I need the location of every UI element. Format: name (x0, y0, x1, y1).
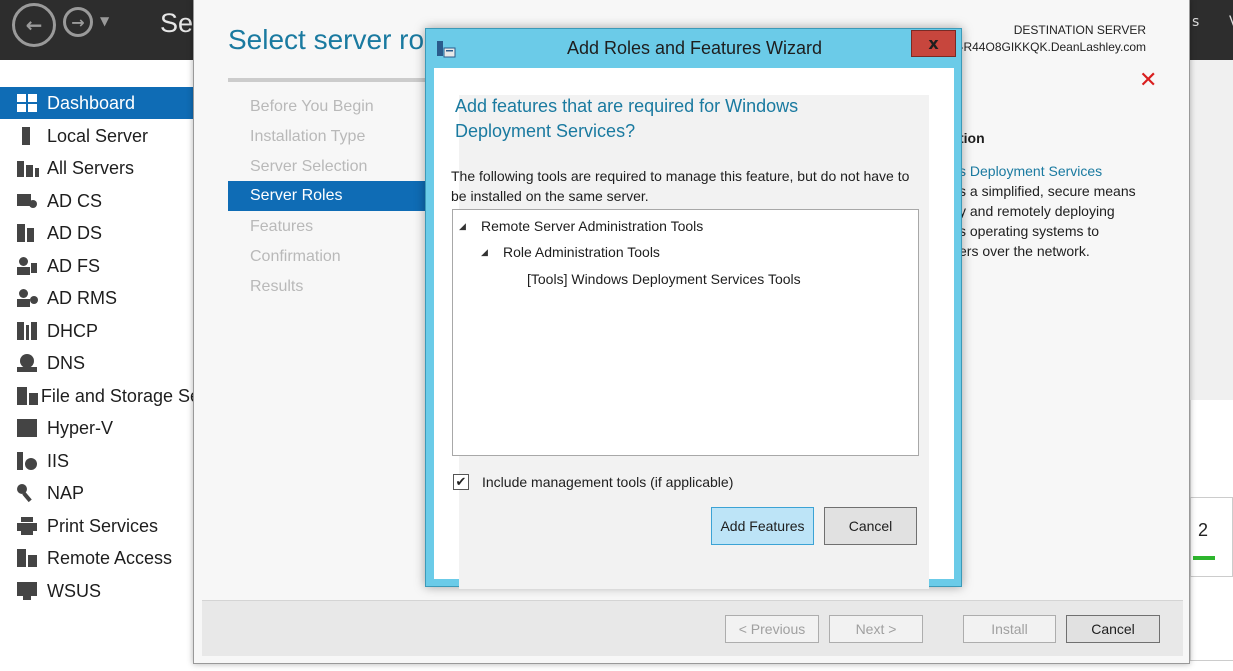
tree-item-role-admin-tools[interactable]: ◢ Role Administration Tools (481, 244, 660, 260)
sidebar-item-label: File and Storage Se (40, 385, 200, 406)
nap-icon (17, 484, 39, 503)
back-arrow-icon[interactable]: ← (12, 3, 56, 47)
dns-icon (17, 354, 39, 372)
tree-item-label: Role Administration Tools (503, 244, 660, 260)
directory-icon (17, 224, 39, 242)
step-results[interactable]: Results (228, 272, 426, 302)
sidebar-item-label: AD CS (47, 190, 103, 211)
destination-server-label: DESTINATION SERVER (1013, 23, 1146, 37)
sidebar-item-label: IIS (47, 450, 70, 471)
required-features-tree[interactable]: ◢ Remote Server Administration Tools ◢ R… (452, 209, 919, 456)
step-installation-type[interactable]: Installation Type (228, 122, 426, 152)
sidebar-item-print-services[interactable]: Print Services (0, 510, 200, 542)
step-server-roles[interactable]: Server Roles (228, 181, 426, 211)
description-line: s operating systems to (959, 223, 1100, 239)
include-management-tools-option[interactable]: ✔ Include management tools (if applicabl… (453, 474, 733, 490)
dialog-heading: Add features that are required for Windo… (455, 96, 799, 141)
server-manager-sidebar: Dashboard Local Server All Servers AD CS… (0, 60, 200, 671)
dashboard-icon (17, 94, 39, 112)
printer-icon (17, 517, 39, 535)
sidebar-item-remote-access[interactable]: Remote Access (0, 542, 200, 574)
expand-triangle-icon[interactable]: ◢ (481, 247, 491, 258)
federation-icon (17, 257, 39, 275)
sidebar-item-all-servers[interactable]: All Servers (0, 152, 200, 184)
sidebar-item-file-storage[interactable]: File and Storage Se (0, 380, 200, 412)
sidebar-item-label: AD FS (47, 255, 101, 276)
dashboard-tile-count: 2 (1198, 520, 1209, 540)
sidebar-item-label: Dashboard (47, 92, 136, 113)
previous-button[interactable]: < Previous (725, 615, 819, 643)
sidebar-item-label: AD RMS (47, 287, 118, 308)
sidebar-item-iis[interactable]: IIS (0, 445, 200, 477)
certificate-icon (17, 192, 39, 210)
tree-item-label: [Tools] Windows Deployment Services Tool… (527, 271, 801, 287)
wsus-icon (17, 582, 39, 600)
remote-access-icon (17, 549, 39, 567)
dialog-title: Add Roles and Features Wizard (566, 38, 823, 58)
tree-item-wds-tools[interactable]: [Tools] Windows Deployment Services Tool… (527, 271, 801, 287)
tree-item-label: Remote Server Administration Tools (481, 218, 704, 234)
add-features-dialog: Add Roles and Features Wizard x Add feat… (425, 28, 962, 589)
sidebar-item-label: Local Server (47, 125, 149, 146)
dialog-cancel-button[interactable]: Cancel (824, 507, 917, 545)
forward-arrow-icon[interactable]: → (63, 7, 93, 37)
description-line: s a simplified, secure means (959, 183, 1136, 199)
storage-icon (17, 387, 38, 405)
sidebar-item-nap[interactable]: NAP (0, 477, 200, 509)
sidebar-item-ad-ds[interactable]: AD DS (0, 217, 200, 249)
page-title: Select server rol (228, 24, 431, 55)
sidebar-item-label: DHCP (47, 320, 99, 341)
history-dropdown-icon[interactable]: ▼ (100, 14, 109, 28)
wizard-footer: < Previous Next > Install Cancel (202, 600, 1183, 656)
install-button[interactable]: Install (963, 615, 1056, 643)
description-line: ers over the network. (959, 243, 1090, 259)
sidebar-item-ad-fs[interactable]: AD FS (0, 250, 200, 282)
sidebar-item-label: AD DS (47, 222, 103, 243)
title-divider (228, 78, 426, 82)
sidebar-item-ad-rms[interactable]: AD RMS (0, 282, 200, 314)
add-features-button[interactable]: Add Features (711, 507, 814, 545)
sidebar-item-dashboard[interactable]: Dashboard (0, 87, 200, 119)
sidebar-item-label: Hyper-V (47, 417, 114, 438)
next-button[interactable]: Next > (829, 615, 923, 643)
servers-icon (17, 159, 39, 177)
dashboard-tile-status-bar (1193, 556, 1215, 560)
rights-management-icon (17, 289, 39, 307)
sidebar-item-wsus[interactable]: WSUS (0, 575, 200, 607)
iis-icon (17, 452, 39, 470)
titlebar-menu-partial[interactable]: s (1192, 14, 1199, 30)
hyperv-icon (17, 419, 39, 437)
step-features[interactable]: Features (228, 212, 426, 242)
dialog-description: The following tools are required to mana… (451, 168, 910, 204)
description-link[interactable]: s Deployment Services (959, 163, 1102, 179)
error-x-icon[interactable]: ✕ (1139, 68, 1157, 93)
step-confirmation[interactable]: Confirmation (228, 242, 426, 272)
sidebar-item-label: NAP (47, 482, 85, 503)
sidebar-item-label: DNS (47, 352, 86, 373)
sidebar-item-dns[interactable]: DNS (0, 347, 200, 379)
sidebar-item-ad-cs[interactable]: AD CS (0, 185, 200, 217)
description-heading: tion (959, 130, 985, 146)
server-icon (17, 127, 39, 145)
dhcp-icon (17, 322, 39, 340)
sidebar-item-label: WSUS (47, 580, 101, 601)
sidebar-item-label: All Servers (47, 157, 135, 178)
sidebar-item-hyper-v[interactable]: Hyper-V (0, 412, 200, 444)
cancel-button[interactable]: Cancel (1066, 615, 1160, 643)
titlebar-view-partial[interactable]: V (1229, 14, 1233, 30)
step-before-you-begin[interactable]: Before You Begin (228, 92, 426, 122)
sidebar-item-local-server[interactable]: Local Server (0, 120, 200, 152)
destination-server-name: -R44O8GIKKQK.DeanLashley.com (959, 40, 1146, 54)
tree-item-rsat[interactable]: ◢ Remote Server Administration Tools (459, 218, 703, 234)
dashboard-tile[interactable] (1190, 497, 1233, 577)
sidebar-item-dhcp[interactable]: DHCP (0, 315, 200, 347)
include-tools-label: Include management tools (if applicable) (482, 474, 734, 490)
close-icon[interactable]: x (911, 30, 956, 57)
step-server-selection[interactable]: Server Selection (228, 152, 426, 182)
sidebar-item-label: Remote Access (47, 547, 173, 568)
description-line: y and remotely deploying (959, 203, 1115, 219)
expand-triangle-icon[interactable]: ◢ (459, 221, 469, 232)
sidebar-item-label: Print Services (47, 515, 159, 536)
include-tools-checkbox[interactable]: ✔ (453, 474, 469, 490)
